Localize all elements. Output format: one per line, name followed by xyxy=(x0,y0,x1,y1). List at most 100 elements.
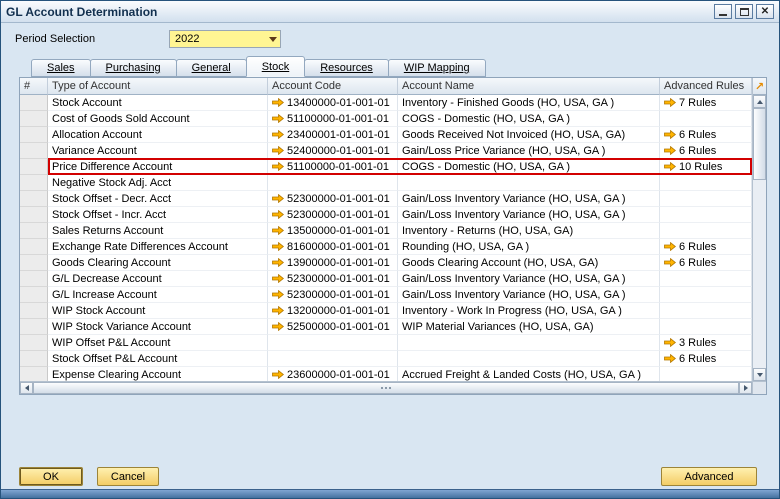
cell-row-number[interactable] xyxy=(20,127,48,143)
table-row[interactable]: Stock Offset P&L Account6 Rules xyxy=(20,351,752,367)
period-selection-dropdown[interactable]: 2022 xyxy=(169,30,281,48)
table-row[interactable]: WIP Stock Variance Account52500000-01-00… xyxy=(20,319,752,335)
horizontal-scrollbar[interactable] xyxy=(20,381,752,394)
cell-account-code[interactable] xyxy=(268,335,398,351)
link-arrow-icon[interactable] xyxy=(664,258,676,267)
vertical-scrollbar[interactable]: ↗ xyxy=(752,78,766,381)
link-arrow-icon[interactable] xyxy=(664,242,676,251)
cell-account-code[interactable]: 52300000-01-001-01 xyxy=(268,287,398,303)
cell-row-number[interactable] xyxy=(20,95,48,111)
column-header-type-of-account[interactable]: Type of Account xyxy=(48,78,268,95)
ok-button[interactable]: OK xyxy=(19,467,83,486)
tab-stock[interactable]: Stock xyxy=(246,56,306,77)
cell-row-number[interactable] xyxy=(20,287,48,303)
cell-type-of-account[interactable]: WIP Stock Account xyxy=(48,303,268,319)
tab-sales[interactable]: Sales xyxy=(31,59,91,77)
cell-account-code[interactable]: 51100000-01-001-01 xyxy=(268,111,398,127)
cell-account-name[interactable] xyxy=(398,335,660,351)
cancel-button[interactable]: Cancel xyxy=(97,467,159,486)
cell-account-name[interactable]: Inventory - Finished Goods (HO, USA, GA … xyxy=(398,95,660,111)
vertical-scroll-thumb[interactable] xyxy=(753,108,766,180)
cell-type-of-account[interactable]: WIP Offset P&L Account xyxy=(48,335,268,351)
cell-row-number[interactable] xyxy=(20,159,48,175)
tab-general[interactable]: General xyxy=(176,59,247,77)
cell-advanced-rules[interactable]: 7 Rules xyxy=(660,95,752,111)
link-arrow-icon[interactable] xyxy=(272,114,284,123)
column-header-account-name[interactable]: Account Name xyxy=(398,78,660,95)
scroll-down-button[interactable] xyxy=(753,368,766,381)
cell-row-number[interactable] xyxy=(20,175,48,191)
advanced-button[interactable]: Advanced xyxy=(661,467,757,486)
cell-type-of-account[interactable]: Expense Clearing Account xyxy=(48,367,268,381)
link-arrow-icon[interactable] xyxy=(272,274,284,283)
cell-account-name[interactable]: Gain/Loss Inventory Variance (HO, USA, G… xyxy=(398,287,660,303)
link-arrow-icon[interactable] xyxy=(272,370,284,379)
link-arrow-icon[interactable] xyxy=(272,98,284,107)
table-row[interactable]: Exchange Rate Differences Account8160000… xyxy=(20,239,752,255)
cell-account-name[interactable]: Goods Clearing Account (HO, USA, GA) xyxy=(398,255,660,271)
grid-expand-icon[interactable]: ↗ xyxy=(753,78,766,95)
close-button[interactable]: ✕ xyxy=(756,4,774,19)
cell-row-number[interactable] xyxy=(20,239,48,255)
table-row[interactable]: WIP Stock Account13200000-01-001-01Inven… xyxy=(20,303,752,319)
cell-account-code[interactable]: 51100000-01-001-01 xyxy=(268,159,398,175)
cell-account-code[interactable] xyxy=(268,175,398,191)
table-row[interactable]: G/L Increase Account52300000-01-001-01Ga… xyxy=(20,287,752,303)
column-header-advanced-rules[interactable]: Advanced Rules xyxy=(660,78,752,95)
cell-row-number[interactable] xyxy=(20,367,48,381)
cell-advanced-rules[interactable] xyxy=(660,111,752,127)
cell-account-code[interactable]: 13900000-01-001-01 xyxy=(268,255,398,271)
cell-row-number[interactable] xyxy=(20,319,48,335)
cell-row-number[interactable] xyxy=(20,271,48,287)
scroll-up-button[interactable] xyxy=(753,95,766,108)
cell-advanced-rules[interactable] xyxy=(660,287,752,303)
cell-advanced-rules[interactable]: 6 Rules xyxy=(660,255,752,271)
cell-row-number[interactable] xyxy=(20,111,48,127)
cell-type-of-account[interactable]: WIP Stock Variance Account xyxy=(48,319,268,335)
tab-purchasing[interactable]: Purchasing xyxy=(90,59,177,77)
cell-advanced-rules[interactable]: 6 Rules xyxy=(660,239,752,255)
table-row[interactable]: Stock Offset - Incr. Acct52300000-01-001… xyxy=(20,207,752,223)
cell-account-code[interactable]: 13200000-01-001-01 xyxy=(268,303,398,319)
cell-row-number[interactable] xyxy=(20,143,48,159)
table-row[interactable]: WIP Offset P&L Account3 Rules xyxy=(20,335,752,351)
column-header-row-number[interactable]: # xyxy=(20,78,48,95)
cell-account-code[interactable]: 13400000-01-001-01 xyxy=(268,95,398,111)
cell-account-name[interactable]: Inventory - Returns (HO, USA, GA) xyxy=(398,223,660,239)
table-row[interactable]: Goods Clearing Account13900000-01-001-01… xyxy=(20,255,752,271)
cell-row-number[interactable] xyxy=(20,335,48,351)
link-arrow-icon[interactable] xyxy=(664,338,676,347)
cell-type-of-account[interactable]: Negative Stock Adj. Acct xyxy=(48,175,268,191)
cell-account-name[interactable]: Goods Received Not Invoiced (HO, USA, GA… xyxy=(398,127,660,143)
scroll-right-button[interactable] xyxy=(739,382,752,394)
link-arrow-icon[interactable] xyxy=(272,290,284,299)
table-row[interactable]: Negative Stock Adj. Acct xyxy=(20,175,752,191)
link-arrow-icon[interactable] xyxy=(272,306,284,315)
cell-account-code[interactable]: 13500000-01-001-01 xyxy=(268,223,398,239)
cell-account-name[interactable]: COGS - Domestic (HO, USA, GA ) xyxy=(398,159,660,175)
cell-type-of-account[interactable]: G/L Increase Account xyxy=(48,287,268,303)
cell-advanced-rules[interactable]: 6 Rules xyxy=(660,143,752,159)
cell-type-of-account[interactable]: Cost of Goods Sold Account xyxy=(48,111,268,127)
vertical-scroll-track[interactable] xyxy=(753,180,766,368)
cell-account-code[interactable]: 52300000-01-001-01 xyxy=(268,207,398,223)
cell-advanced-rules[interactable] xyxy=(660,207,752,223)
table-row[interactable]: Allocation Account23400001-01-001-01Good… xyxy=(20,127,752,143)
horizontal-scroll-thumb[interactable] xyxy=(33,382,739,394)
cell-advanced-rules[interactable] xyxy=(660,191,752,207)
cell-advanced-rules[interactable] xyxy=(660,319,752,335)
table-row[interactable]: Stock Account13400000-01-001-01Inventory… xyxy=(20,95,752,111)
cell-account-name[interactable]: Gain/Loss Inventory Variance (HO, USA, G… xyxy=(398,191,660,207)
scroll-left-button[interactable] xyxy=(20,382,33,394)
table-row[interactable]: Price Difference Account51100000-01-001-… xyxy=(20,159,752,175)
link-arrow-icon[interactable] xyxy=(664,162,676,171)
link-arrow-icon[interactable] xyxy=(272,146,284,155)
cell-row-number[interactable] xyxy=(20,255,48,271)
cell-account-name[interactable]: Rounding (HO, USA, GA ) xyxy=(398,239,660,255)
table-row[interactable]: Variance Account52400000-01-001-01Gain/L… xyxy=(20,143,752,159)
table-row[interactable]: Cost of Goods Sold Account51100000-01-00… xyxy=(20,111,752,127)
cell-type-of-account[interactable]: Price Difference Account xyxy=(48,159,268,175)
cell-account-name[interactable]: Inventory - Work In Progress (HO, USA, G… xyxy=(398,303,660,319)
cell-row-number[interactable] xyxy=(20,223,48,239)
cell-row-number[interactable] xyxy=(20,207,48,223)
